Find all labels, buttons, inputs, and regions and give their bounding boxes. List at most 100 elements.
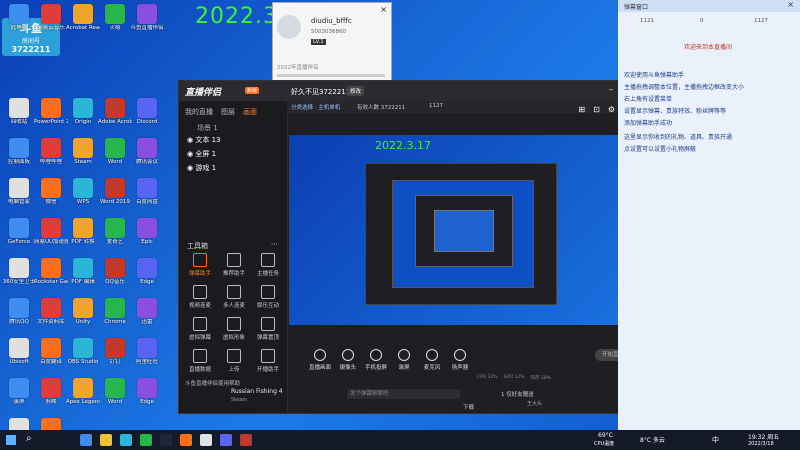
desktop-icon[interactable]: PDF 编辑 bbox=[66, 258, 100, 285]
tool-item[interactable]: 视频连麦 bbox=[185, 285, 215, 309]
layer-item[interactable]: ◉ 全屏 1 bbox=[187, 149, 216, 159]
eye-icon[interactable]: ◉ bbox=[187, 150, 193, 158]
desktop-icon[interactable]: 阿里旺旺 bbox=[130, 338, 164, 365]
desktop-icon[interactable]: Word bbox=[98, 378, 132, 405]
tool-item[interactable]: 弹幕助手 bbox=[185, 253, 215, 277]
taskbar-app-icon[interactable] bbox=[220, 434, 232, 446]
window-minimize-icon[interactable]: – bbox=[609, 85, 613, 94]
tool-item[interactable]: 开播助手 bbox=[253, 349, 283, 373]
desktop-icon[interactable]: 录屏 bbox=[2, 378, 36, 405]
control-button[interactable]: 直播画面 bbox=[307, 349, 333, 371]
desktop-icon[interactable]: WPS bbox=[66, 178, 100, 205]
taskbar-app-icon[interactable] bbox=[80, 434, 92, 446]
settings-icon[interactable]: ⚙ bbox=[608, 105, 615, 116]
game-entry[interactable]: Russian Fishing 4 bbox=[231, 387, 283, 395]
desktop-icon[interactable]: 钉钉 bbox=[98, 338, 132, 365]
desktop-icon[interactable]: Chrome bbox=[98, 298, 132, 325]
desktop-icon[interactable]: 微信 bbox=[34, 178, 68, 205]
desktop-icon[interactable]: Word bbox=[98, 138, 132, 165]
desktop-icon[interactable]: Unity bbox=[66, 298, 100, 325]
tool-item[interactable]: 娱乐互动 bbox=[253, 285, 283, 309]
tool-item[interactable]: 虚拟形象 bbox=[219, 317, 249, 341]
desktop-icon[interactable]: Edge bbox=[130, 378, 164, 405]
toolbox-more-icon[interactable]: ⋯ bbox=[271, 240, 278, 248]
desktop-icon[interactable]: Steam bbox=[66, 138, 100, 165]
lock-icon[interactable]: ⊡ bbox=[593, 105, 600, 116]
desktop-icon[interactable]: 腾讯会议 bbox=[130, 138, 164, 165]
desktop-icon[interactable]: Discord bbox=[130, 98, 164, 125]
tool-item[interactable]: 多人连麦 bbox=[219, 285, 249, 309]
tab-my-live[interactable]: 我的直播 bbox=[185, 107, 213, 117]
desktop-icon[interactable]: 电脑管家 bbox=[2, 178, 36, 205]
taskbar-app-icon[interactable] bbox=[140, 434, 152, 446]
bottom-notice[interactable]: 斗鱼直播伴侣使用帮助 bbox=[185, 379, 240, 387]
desktop-icon[interactable]: 哔哩哔哩 bbox=[34, 138, 68, 165]
desktop-icon[interactable]: Rockstar Games bbox=[34, 258, 68, 285]
desktop-icon[interactable]: PowerPoint 2019 bbox=[34, 98, 68, 125]
desktop-icon[interactable]: Word 2019 bbox=[98, 178, 132, 205]
layer-item[interactable]: ◉ 游戏 1 bbox=[187, 163, 216, 173]
desktop-icon[interactable]: 迅雷 bbox=[130, 298, 164, 325]
clock-date[interactable]: 2022/3/18 bbox=[748, 441, 774, 447]
search-icon[interactable]: ⌕ bbox=[26, 433, 32, 444]
desktop-icon[interactable]: 控制面板 bbox=[2, 138, 36, 165]
control-button[interactable]: 麦克风 bbox=[419, 349, 445, 371]
desktop-icon[interactable]: PDF 转换 bbox=[66, 218, 100, 245]
taskbar-app-icon[interactable] bbox=[180, 434, 192, 446]
tool-item[interactable]: 主播任务 bbox=[253, 253, 283, 277]
input-lang[interactable]: 中 bbox=[712, 435, 719, 445]
taskbar-app-icon[interactable] bbox=[240, 434, 252, 446]
desktop-icon[interactable]: 百度网盘 bbox=[130, 178, 164, 205]
desktop-icon[interactable]: 此电脑 bbox=[2, 4, 36, 31]
chat-close-icon[interactable]: × bbox=[787, 0, 794, 9]
desktop-icon[interactable]: Epic bbox=[130, 218, 164, 245]
desktop-icon[interactable]: 回收站 bbox=[2, 98, 36, 125]
tab-layers[interactable]: 图层 bbox=[221, 107, 235, 117]
desktop-icon[interactable]: Edge bbox=[130, 258, 164, 285]
preview-canvas[interactable]: 2022.3.17 bbox=[289, 135, 637, 325]
taskbar-app-icon[interactable] bbox=[160, 434, 172, 446]
tab-screen[interactable]: 画面 bbox=[243, 107, 257, 117]
tool-item[interactable]: 弹幕置顶 bbox=[253, 317, 283, 341]
control-button[interactable]: 录屏 bbox=[391, 349, 417, 371]
desktop-icon[interactable]: 火绒 bbox=[98, 4, 132, 31]
category-label[interactable]: 分类选择 · 主机单机 bbox=[291, 103, 340, 111]
taskbar-app-icon[interactable] bbox=[200, 434, 212, 446]
desktop-icon[interactable]: 腾讯QQ bbox=[2, 298, 36, 325]
desktop-icon[interactable]: 爱奇艺 bbox=[98, 218, 132, 245]
desktop-icon[interactable]: OBS Studio bbox=[66, 338, 100, 365]
desktop-icon[interactable]: Origin bbox=[66, 98, 100, 125]
desktop-icon[interactable]: Ubisoft bbox=[2, 338, 36, 365]
desktop-icon[interactable]: 文件资料库 bbox=[34, 298, 68, 325]
gift-icon[interactable]: ⊞ bbox=[578, 105, 585, 116]
desktop-icon[interactable]: 360安全卫士 bbox=[2, 258, 36, 285]
desktop-icon[interactable]: 百度翻译 bbox=[34, 338, 68, 365]
start-icon[interactable] bbox=[6, 435, 16, 445]
weather[interactable]: 8°C 多云 bbox=[640, 435, 665, 444]
desktop-icon[interactable]: GeForce bbox=[2, 218, 36, 245]
edit-title-button[interactable]: 修改 bbox=[347, 86, 365, 96]
avatar[interactable] bbox=[277, 15, 301, 39]
desktop-icon[interactable]: 网易云音乐 bbox=[34, 4, 68, 31]
chat-input[interactable]: 发个弹幕聊聊吧 bbox=[347, 389, 460, 399]
desktop-icon[interactable]: Acrobat Reader bbox=[66, 4, 100, 31]
desktop-icon[interactable]: 斗鱼直播伴侣 bbox=[130, 4, 164, 31]
eye-icon[interactable]: ◉ bbox=[187, 164, 193, 172]
desktop-icon[interactable]: Adobe Acrobat bbox=[98, 98, 132, 125]
scene-header[interactable]: 场景 1 bbox=[197, 123, 218, 133]
layer-item[interactable]: ◉ 文本 13 bbox=[187, 135, 220, 145]
profile-close-icon[interactable]: × bbox=[380, 5, 387, 14]
desktop-icon[interactable]: QQ音乐 bbox=[98, 258, 132, 285]
clock-time[interactable]: 19:32 周五 bbox=[748, 432, 779, 441]
tool-item[interactable]: 上传 bbox=[219, 349, 249, 373]
desktop-icon[interactable]: 网易UU加速器 bbox=[34, 218, 68, 245]
taskbar-app-icon[interactable] bbox=[120, 434, 132, 446]
desktop-icon[interactable]: 剪映 bbox=[34, 378, 68, 405]
tool-item[interactable]: 直播数据 bbox=[185, 349, 215, 373]
download-label[interactable]: 下载 bbox=[463, 403, 474, 411]
control-button[interactable]: 扬声器 bbox=[447, 349, 473, 371]
control-button[interactable]: 摄像头 bbox=[335, 349, 361, 371]
tool-item[interactable]: 虚拟弹幕 bbox=[185, 317, 215, 341]
control-button[interactable]: 手机投屏 bbox=[363, 349, 389, 371]
taskbar-app-icon[interactable] bbox=[100, 434, 112, 446]
